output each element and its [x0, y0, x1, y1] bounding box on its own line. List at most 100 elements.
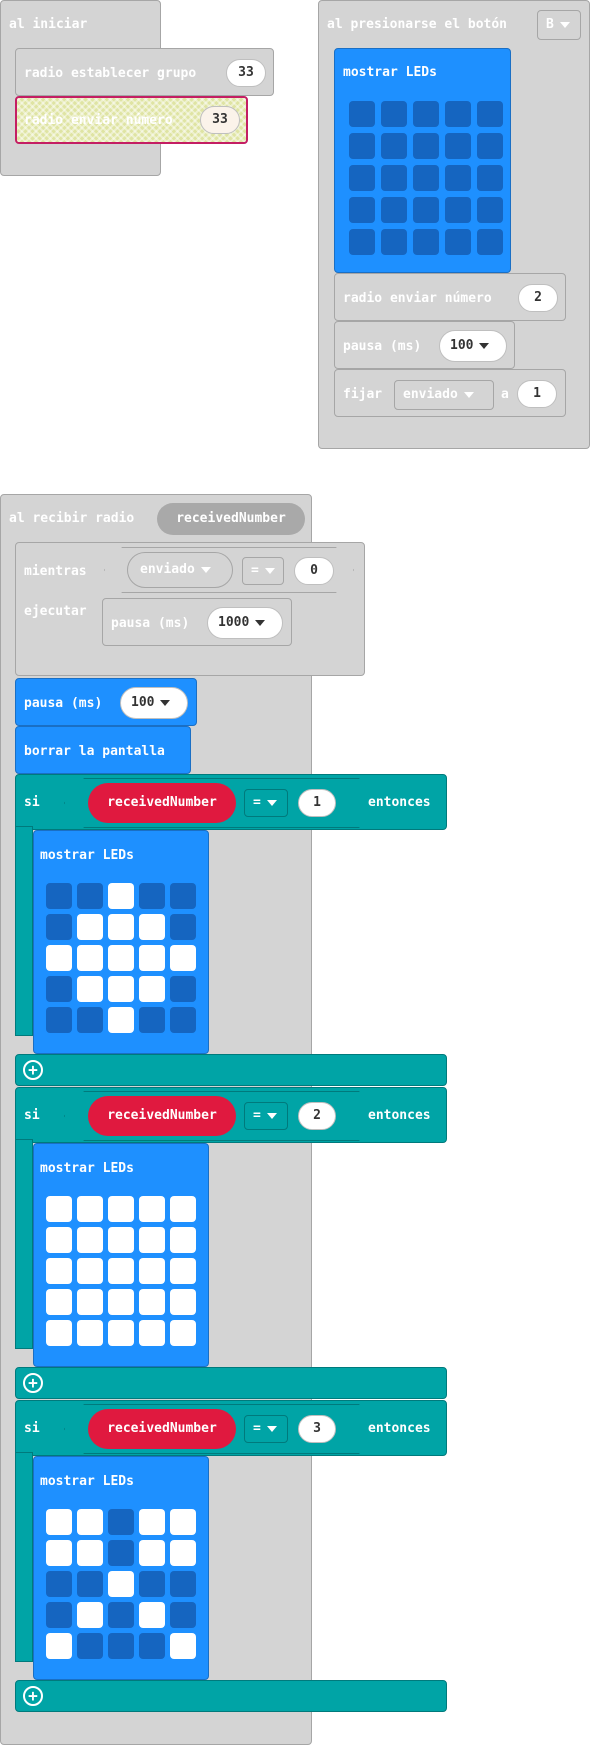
led-cell[interactable]	[108, 914, 134, 940]
led-cell[interactable]	[349, 133, 375, 159]
add-else-icon[interactable]: +	[23, 1686, 43, 1706]
led-cell[interactable]	[108, 976, 134, 1002]
if-value-input[interactable]: 3	[298, 1415, 336, 1443]
led-cell[interactable]	[170, 1320, 196, 1346]
led-cell[interactable]	[108, 1633, 134, 1659]
led-cell[interactable]	[170, 1571, 196, 1597]
led-cell[interactable]	[77, 1258, 103, 1284]
if-value-input[interactable]: 1	[298, 789, 336, 817]
add-else-icon[interactable]: +	[23, 1373, 43, 1393]
led-cell[interactable]	[381, 229, 407, 255]
add-else-icon[interactable]: +	[23, 1060, 43, 1080]
if-block[interactable]: si receivedNumber = 1 entonces	[15, 774, 447, 830]
led-cell[interactable]	[139, 883, 165, 909]
led-cell[interactable]	[46, 1258, 72, 1284]
led-cell[interactable]	[349, 165, 375, 191]
led-cell[interactable]	[477, 101, 503, 127]
led-cell[interactable]	[170, 945, 196, 971]
led-cell[interactable]	[381, 133, 407, 159]
led-cell[interactable]	[77, 1289, 103, 1315]
set-value-input[interactable]: 1	[517, 380, 557, 408]
led-cell[interactable]	[139, 945, 165, 971]
led-cell[interactable]	[170, 1227, 196, 1253]
led-cell[interactable]	[349, 197, 375, 223]
led-cell[interactable]	[77, 1320, 103, 1346]
led-cell[interactable]	[170, 1540, 196, 1566]
led-cell[interactable]	[46, 1289, 72, 1315]
led-cell[interactable]	[77, 1227, 103, 1253]
led-cell[interactable]	[77, 1602, 103, 1628]
led-cell[interactable]	[477, 133, 503, 159]
led-cell[interactable]	[445, 165, 471, 191]
radio-send-number-block[interactable]: radio enviar número 33	[15, 96, 248, 144]
led-cell[interactable]	[108, 1540, 134, 1566]
set-variable-block[interactable]: fijar enviado a 1	[334, 369, 566, 417]
led-cell[interactable]	[46, 883, 72, 909]
led-cell[interactable]	[108, 883, 134, 909]
if-operator-dropdown[interactable]: =	[244, 789, 288, 817]
received-number-param[interactable]: receivedNumber	[157, 503, 305, 535]
variable-dropdown[interactable]: enviado	[394, 380, 494, 410]
led-cell[interactable]	[413, 165, 439, 191]
show-leds-block[interactable]: mostrar LEDs	[33, 830, 209, 1054]
send-value-input[interactable]: 2	[518, 284, 558, 312]
send-value-input[interactable]: 33	[200, 106, 240, 134]
led-cell[interactable]	[349, 229, 375, 255]
led-cell[interactable]	[108, 1196, 134, 1222]
led-cell[interactable]	[170, 1633, 196, 1659]
led-cell[interactable]	[77, 1633, 103, 1659]
pause-dropdown[interactable]: 100	[120, 687, 188, 719]
led-cell[interactable]	[445, 197, 471, 223]
led-cell[interactable]	[139, 1289, 165, 1315]
while-pause-block[interactable]: pausa (ms) 1000	[102, 598, 292, 646]
led-cell[interactable]	[477, 229, 503, 255]
led-cell[interactable]	[108, 945, 134, 971]
while-value-input[interactable]: 0	[294, 557, 334, 585]
led-cell[interactable]	[139, 1320, 165, 1346]
led-cell[interactable]	[170, 1196, 196, 1222]
led-cell[interactable]	[77, 976, 103, 1002]
led-cell[interactable]	[170, 1289, 196, 1315]
received-number-variable[interactable]: receivedNumber	[88, 1409, 236, 1449]
led-cell[interactable]	[46, 1602, 72, 1628]
led-cell[interactable]	[139, 1540, 165, 1566]
led-cell[interactable]	[170, 1258, 196, 1284]
led-cell[interactable]	[46, 1227, 72, 1253]
radio-set-group-block[interactable]: radio establecer grupo 33	[15, 48, 274, 96]
pause-dropdown[interactable]: 1000	[207, 607, 283, 639]
led-cell[interactable]	[139, 1633, 165, 1659]
led-cell[interactable]	[77, 1196, 103, 1222]
led-cell[interactable]	[170, 1509, 196, 1535]
show-leds-block[interactable]: mostrar LEDs	[33, 1143, 209, 1367]
led-cell[interactable]	[170, 914, 196, 940]
led-cell[interactable]	[77, 1571, 103, 1597]
led-cell[interactable]	[46, 1633, 72, 1659]
led-cell[interactable]	[139, 1509, 165, 1535]
if-operator-dropdown[interactable]: =	[244, 1415, 288, 1443]
led-cell[interactable]	[108, 1227, 134, 1253]
led-cell[interactable]	[77, 1509, 103, 1535]
received-number-variable[interactable]: receivedNumber	[88, 1096, 236, 1136]
clear-screen-block[interactable]: borrar la pantalla	[15, 726, 191, 774]
led-cell[interactable]	[108, 1602, 134, 1628]
led-cell[interactable]	[108, 1571, 134, 1597]
led-cell[interactable]	[139, 1196, 165, 1222]
led-cell[interactable]	[477, 197, 503, 223]
led-cell[interactable]	[413, 197, 439, 223]
led-cell[interactable]	[349, 101, 375, 127]
pause-dropdown[interactable]: 100	[439, 330, 507, 362]
radio-send-number-block[interactable]: radio enviar número 2	[334, 273, 566, 321]
led-cell[interactable]	[170, 976, 196, 1002]
led-cell[interactable]	[46, 1196, 72, 1222]
pause-block[interactable]: pausa (ms) 100	[334, 321, 515, 369]
led-cell[interactable]	[381, 197, 407, 223]
if-value-input[interactable]: 2	[298, 1102, 336, 1130]
led-cell[interactable]	[77, 945, 103, 971]
led-cell[interactable]	[46, 945, 72, 971]
while-operator-dropdown[interactable]: =	[242, 557, 284, 585]
led-cell[interactable]	[46, 1540, 72, 1566]
button-show-leds-block[interactable]: mostrar LEDs	[334, 48, 511, 273]
led-cell[interactable]	[139, 1258, 165, 1284]
led-cell[interactable]	[46, 914, 72, 940]
led-cell[interactable]	[139, 1602, 165, 1628]
